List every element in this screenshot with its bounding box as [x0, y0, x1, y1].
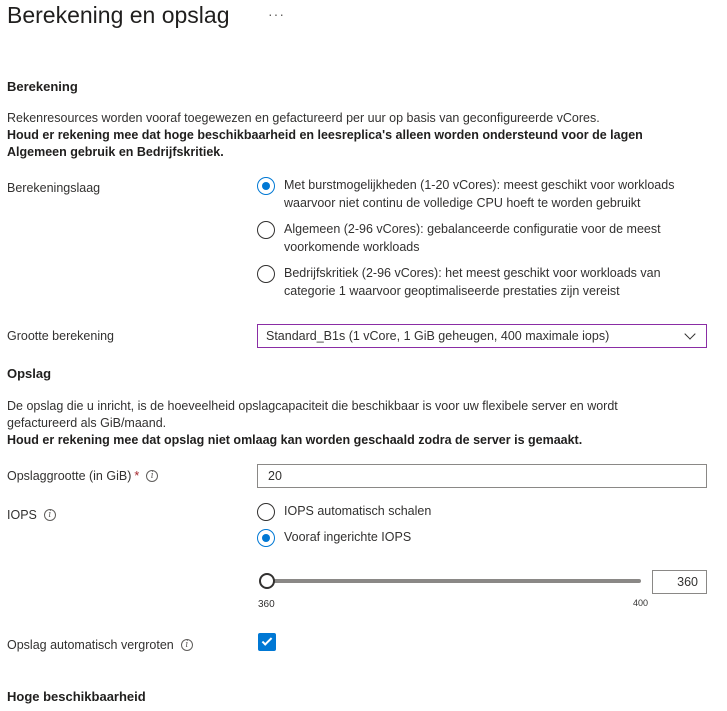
compute-tier-label: Berekeningslaag — [7, 181, 101, 195]
tier-option-text: Algemeen (2-96 vCores): gebalanceerde co… — [284, 222, 661, 254]
iops-max-label: 400 — [633, 598, 649, 608]
info-icon[interactable]: i — [43, 509, 56, 521]
storage-size-label: Opslaggrootte (in GiB) * i — [7, 469, 159, 483]
iops-option-text: Vooraf ingerichte IOPS — [284, 530, 412, 544]
required-marker: * — [134, 469, 140, 483]
iops-option-autoscale[interactable]: IOPS automatisch schalen — [257, 503, 707, 521]
autogrow-label: Opslag automatisch vergroten i — [7, 638, 193, 652]
radio-unselected[interactable] — [257, 503, 275, 521]
iops-label-text: IOPS — [7, 508, 37, 522]
radio-unselected[interactable] — [257, 221, 275, 239]
info-icon[interactable]: i — [146, 470, 159, 482]
page-title: Berekening en opslag — [7, 2, 230, 28]
compute-heading: Berekening — [7, 79, 78, 94]
iops-slider-thumb[interactable] — [259, 573, 275, 589]
tier-option-text: Met burstmogelijkheden (1-20 vCores): me… — [284, 178, 675, 210]
iops-label: IOPS i — [7, 508, 56, 522]
tier-option-general-purpose[interactable]: Algemeen (2-96 vCores): gebalanceerde co… — [257, 221, 707, 256]
chevron-down-icon — [684, 327, 696, 340]
iops-option-text: IOPS automatisch schalen — [284, 504, 432, 518]
compute-size-label: Grootte berekening — [7, 329, 115, 343]
info-icon[interactable]: i — [180, 639, 193, 651]
iops-slider-track[interactable] — [268, 579, 641, 583]
tier-option-text: Bedrijfskritiek (2-96 vCores): het meest… — [284, 266, 661, 298]
ha-heading: Hoge beschikbaarheid — [7, 689, 146, 704]
iops-min-label: 360 — [258, 599, 275, 610]
compute-description: Rekenresources worden vooraf toegewezen … — [7, 111, 600, 125]
storage-note: Houd er rekening mee dat opslag niet oml… — [7, 433, 583, 447]
tier-option-burstable[interactable]: Met burstmogelijkheden (1-20 vCores): me… — [257, 177, 707, 212]
radio-selected[interactable] — [257, 177, 275, 195]
storage-heading: Opslag — [7, 366, 52, 381]
autogrow-checkbox[interactable] — [258, 633, 276, 651]
storage-size-label-text: Opslaggrootte (in GiB) — [7, 469, 132, 483]
checkmark-icon — [261, 635, 273, 646]
autogrow-label-text: Opslag automatisch vergroten — [7, 638, 174, 652]
storage-size-input[interactable]: 20 — [257, 464, 707, 488]
storage-description: De opslag die u inricht, is de hoeveelhe… — [7, 399, 618, 430]
compute-size-value: Standard_B1s (1 vCore, 1 GiB geheugen, 4… — [266, 329, 610, 343]
compute-note: Houd er rekening mee dat hoge beschikbaa… — [7, 128, 643, 159]
more-options-icon[interactable]: ··· — [268, 6, 285, 22]
compute-size-dropdown[interactable]: Standard_B1s (1 vCore, 1 GiB geheugen, 4… — [257, 324, 707, 348]
radio-selected[interactable] — [257, 529, 275, 547]
iops-value-input[interactable]: 360 — [652, 570, 707, 594]
radio-unselected[interactable] — [257, 265, 275, 283]
tier-option-business-critical[interactable]: Bedrijfskritiek (2-96 vCores): het meest… — [257, 265, 707, 300]
iops-option-provisioned[interactable]: Vooraf ingerichte IOPS — [257, 529, 707, 547]
